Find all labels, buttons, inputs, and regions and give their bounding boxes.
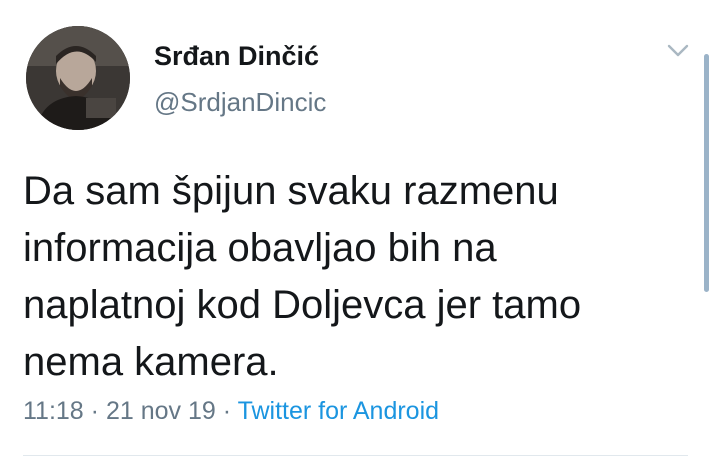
tweet-text-line: naplatnoj kod Doljevca jer tamo (23, 283, 582, 327)
avatar[interactable] (26, 26, 130, 130)
meta-separator: · (90, 397, 99, 425)
user-handle[interactable]: @SrdjanDincic (154, 87, 326, 118)
tweet-time[interactable]: 11:18 (23, 397, 84, 425)
display-name[interactable]: Srđan Dinčić (154, 41, 319, 72)
chevron-down-icon[interactable] (664, 40, 692, 62)
tweet-date[interactable]: 21 nov 19 (106, 397, 216, 425)
tweet-metadata: 11:18 · 21 nov 19 · Twitter for Android (23, 397, 439, 426)
tweet-text: Da sam špijun svaku razmenu informacija … (23, 163, 683, 391)
tweet-text-line: nema kamera. (23, 340, 279, 384)
tweet-text-line: Da sam špijun svaku razmenu (23, 169, 559, 213)
tweet-source-link[interactable]: Twitter for Android (238, 397, 439, 425)
divider (23, 455, 688, 456)
tweet-text-line: informacija obavljao bih na (23, 226, 497, 270)
tweet-card: Srđan Dinčić @SrdjanDincic Da sam špijun… (0, 0, 712, 463)
meta-separator: · (222, 397, 232, 425)
scrollbar[interactable] (704, 54, 709, 292)
profile-photo-icon (26, 26, 130, 130)
